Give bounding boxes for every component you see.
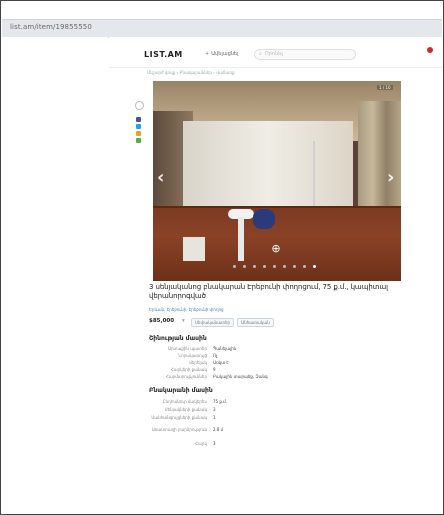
photo-tile-line bbox=[153, 206, 401, 208]
facebook-icon[interactable] bbox=[136, 117, 141, 122]
address-text[interactable]: list.am/item/19855550 bbox=[10, 23, 92, 31]
photo-dot[interactable] bbox=[293, 265, 296, 268]
spec-row: Հարմարություններ Բակային տարածք, Զանգ bbox=[149, 374, 369, 381]
listing-type-badge: Անհատական bbox=[237, 318, 274, 327]
photo-shower-pipe bbox=[313, 141, 315, 211]
listing-page: LIST.AM + Ավելացնել ⌕ Որոնել Անշարժ գույք… bbox=[109, 37, 443, 514]
favorite-icon[interactable] bbox=[135, 101, 144, 110]
search-placeholder: Որոնել bbox=[265, 51, 283, 57]
photo-gallery[interactable]: 1 / 10 ‹ › ⊕ bbox=[153, 81, 401, 281]
spec-value: 75 ք.մ. bbox=[213, 399, 227, 404]
photo-dot[interactable] bbox=[233, 265, 236, 268]
spec-value: Պանելային bbox=[213, 346, 237, 351]
prev-photo-icon[interactable]: ‹ bbox=[157, 167, 164, 188]
spec-value: 9 bbox=[213, 367, 216, 372]
listing-location[interactable]: Երևան, Էրեբունի, Էրեբունի փողոց bbox=[149, 307, 224, 312]
spec-value: 1 bbox=[213, 415, 216, 420]
plus-icon: + bbox=[205, 51, 210, 57]
spec-value: 2.8 մ bbox=[213, 427, 224, 432]
spec-label: Հարկերի քանակ bbox=[170, 367, 207, 372]
seller-type-badge: Սեփականատեր bbox=[191, 318, 235, 327]
spec-label: Հարմարություններ bbox=[166, 374, 207, 379]
left-gutter bbox=[2, 37, 108, 514]
spec-label: Սենյակների քանակ bbox=[164, 407, 207, 412]
ok-icon[interactable] bbox=[136, 131, 141, 136]
site-header: LIST.AM + Ավելացնել ⌕ Որոնել bbox=[109, 37, 443, 68]
photo-sink-pedestal bbox=[238, 217, 244, 261]
notification-dot-icon[interactable] bbox=[427, 47, 433, 53]
spec-row: Արտաքին պատեր Պանելային bbox=[149, 346, 369, 353]
spec-row: Սենյակների քանակ 3 bbox=[149, 407, 369, 414]
next-photo-icon[interactable]: › bbox=[387, 167, 394, 188]
photo-dot[interactable] bbox=[303, 265, 306, 268]
spec-label: Սանհանգույցների քանակ bbox=[151, 415, 207, 420]
spec-label: Ընդհանուր մակերես bbox=[162, 399, 207, 404]
zoom-icon[interactable]: ⊕ bbox=[270, 243, 282, 255]
photo-toilet bbox=[183, 237, 205, 261]
search-icon: ⌕ bbox=[259, 51, 262, 57]
spec-row: Վերելակ Առկա է bbox=[149, 360, 369, 367]
listing-price: $85,000 bbox=[149, 318, 175, 324]
spec-value: Առկա է bbox=[213, 360, 229, 365]
twitter-icon[interactable] bbox=[136, 124, 141, 129]
photo-dot[interactable] bbox=[263, 265, 266, 268]
photo-bucket bbox=[253, 209, 275, 229]
address-bar[interactable]: list.am/item/19855550 bbox=[2, 19, 442, 38]
photo-counter: 1 / 10 bbox=[377, 85, 393, 90]
post-ad-label: Ավելացնել bbox=[211, 51, 239, 57]
currency-dropdown-icon[interactable]: ▾ bbox=[182, 318, 185, 324]
spec-value: Բակային տարածք, Զանգ bbox=[213, 374, 268, 379]
spec-value: Ոչ bbox=[213, 353, 218, 358]
spec-row: Ընդհանուր մակերես 75 ք.մ. bbox=[149, 399, 369, 406]
spec-label: Արտաքին պատեր bbox=[167, 346, 207, 351]
breadcrumb[interactable]: Անշարժ գույք › Բնակարաններ › Վաճառք bbox=[147, 70, 235, 75]
whatsapp-icon[interactable] bbox=[136, 138, 141, 143]
spec-row: Հարկ 3 bbox=[149, 441, 369, 448]
spec-value: 3 bbox=[213, 407, 216, 412]
spec-label: Նորակառույց bbox=[178, 353, 207, 358]
photo-dot[interactable] bbox=[273, 265, 276, 268]
spec-label: Հարկ bbox=[195, 441, 207, 446]
spec-row: Հարկերի քանակ 9 bbox=[149, 367, 369, 374]
post-ad-link[interactable]: + Ավելացնել bbox=[205, 51, 238, 57]
spec-value: 3 bbox=[213, 441, 216, 446]
search-input[interactable]: ⌕ Որոնել bbox=[254, 49, 356, 60]
browser-window: list.am/item/19855550 LIST.AM + Ավելացնել… bbox=[0, 0, 444, 515]
photo-dot[interactable] bbox=[283, 265, 286, 268]
spec-label: Առաստաղի բարձրություն bbox=[151, 427, 207, 432]
section-title-apartment: Բնակարանի մասին bbox=[149, 387, 213, 394]
section-title-building: Շինության մասին bbox=[149, 335, 207, 342]
spec-row: Նորակառույց Ոչ bbox=[149, 353, 369, 360]
spec-label: Վերելակ bbox=[188, 360, 207, 365]
spec-row: Սանհանգույցների քանակ 1 bbox=[149, 415, 369, 422]
photo-dots bbox=[233, 265, 323, 268]
photo-dot[interactable] bbox=[243, 265, 246, 268]
spec-row: Առաստաղի բարձրություն 2.8 մ bbox=[149, 427, 369, 434]
listing-title: 3 սենյականոց բնակարան Էրեբունի փողոցում,… bbox=[149, 283, 388, 300]
site-logo[interactable]: LIST.AM bbox=[144, 50, 183, 59]
photo-dot[interactable] bbox=[253, 265, 256, 268]
photo-dot-active[interactable] bbox=[313, 265, 316, 268]
